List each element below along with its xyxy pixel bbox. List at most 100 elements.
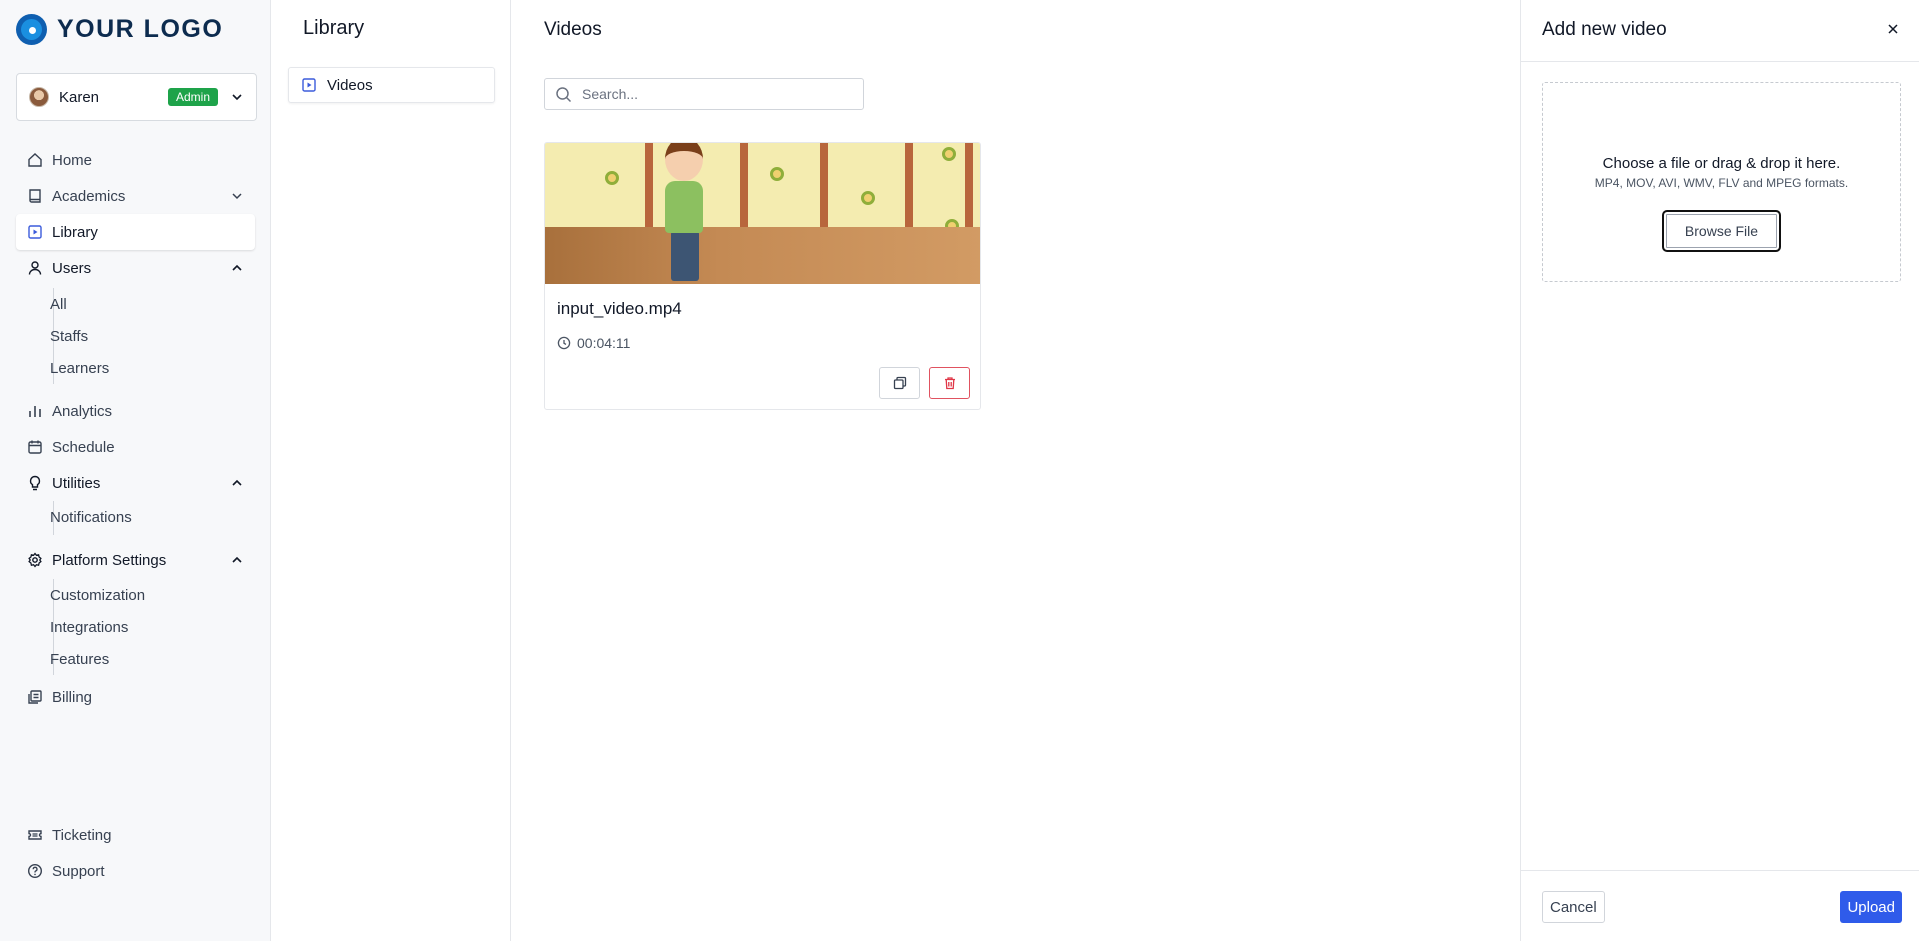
nav-users-all[interactable]: All bbox=[16, 288, 109, 320]
chevron-up-icon bbox=[230, 261, 244, 275]
add-video-drawer: Add new video Choose a file or drag & dr… bbox=[1520, 0, 1919, 941]
ticket-icon bbox=[27, 827, 43, 843]
chevron-up-icon bbox=[230, 553, 244, 567]
nav-support-label: Support bbox=[52, 862, 105, 880]
close-icon[interactable] bbox=[1884, 20, 1902, 38]
nav-integrations[interactable]: Integrations bbox=[16, 611, 145, 643]
nav-library[interactable]: Library bbox=[16, 214, 255, 250]
nav-ticketing[interactable]: Ticketing bbox=[16, 817, 255, 853]
home-icon bbox=[27, 152, 43, 168]
nav-schedule[interactable]: Schedule bbox=[16, 429, 255, 465]
character-body bbox=[665, 181, 703, 233]
library-title: Library bbox=[303, 17, 365, 39]
dropzone-title: Choose a file or drag & drop it here. bbox=[1602, 155, 1841, 172]
copy-button[interactable] bbox=[879, 367, 920, 399]
play-square-icon bbox=[301, 77, 317, 93]
library-item-label: Videos bbox=[327, 76, 373, 94]
character-legs bbox=[671, 231, 699, 281]
nav-home-label: Home bbox=[52, 151, 93, 169]
nav-platform-settings-label: Platform Settings bbox=[52, 551, 167, 569]
user-name: Karen bbox=[59, 88, 100, 106]
logo-icon bbox=[16, 14, 47, 45]
video-duration: 00:04:11 bbox=[557, 335, 630, 351]
receipt-icon bbox=[27, 689, 43, 705]
wall-stripe bbox=[820, 143, 828, 233]
flower-decoration bbox=[770, 167, 784, 181]
nav-notifications[interactable]: Notifications bbox=[16, 501, 132, 533]
browse-file-button[interactable]: Browse File bbox=[1662, 210, 1781, 252]
clock-icon bbox=[557, 336, 571, 350]
delete-button[interactable] bbox=[929, 367, 970, 399]
nav-schedule-label: Schedule bbox=[52, 438, 115, 456]
nav-users-learners[interactable]: Learners bbox=[16, 352, 109, 384]
drawer-title: Add new video bbox=[1542, 19, 1667, 40]
platform-submenu: Customization Integrations Features bbox=[50, 579, 145, 675]
trash-icon bbox=[943, 376, 957, 390]
nav-users-staffs[interactable]: Staffs bbox=[16, 320, 109, 352]
library-panel: Library Videos bbox=[272, 0, 511, 941]
nav-academics[interactable]: Academics bbox=[16, 178, 255, 214]
nav-ticketing-label: Ticketing bbox=[52, 826, 112, 844]
nav-billing[interactable]: Billing bbox=[16, 679, 255, 715]
wall-stripe bbox=[645, 143, 653, 233]
search-icon bbox=[555, 86, 572, 103]
nav-billing-label: Billing bbox=[52, 688, 93, 706]
video-duration-text: 00:04:11 bbox=[577, 335, 631, 351]
nav-analytics-label: Analytics bbox=[52, 402, 113, 420]
logo-text: YOUR LOGO bbox=[57, 15, 224, 43]
user-icon bbox=[27, 260, 43, 276]
help-circle-icon bbox=[27, 863, 43, 879]
flower-decoration bbox=[605, 171, 619, 185]
user-switcher[interactable]: Karen Admin bbox=[16, 73, 257, 121]
nav-academics-label: Academics bbox=[52, 187, 126, 205]
character-head bbox=[665, 143, 703, 181]
nav-library-label: Library bbox=[52, 223, 98, 241]
dropzone-formats: MP4, MOV, AVI, WMV, FLV and MPEG formats… bbox=[1594, 176, 1849, 190]
video-card[interactable]: input_video.mp4 00:04:11 bbox=[544, 142, 981, 410]
upload-button[interactable]: Upload bbox=[1840, 891, 1902, 923]
nav-analytics[interactable]: Analytics bbox=[16, 393, 255, 429]
floor bbox=[545, 227, 980, 284]
role-badge: Admin bbox=[167, 88, 218, 106]
nav-features[interactable]: Features bbox=[16, 643, 145, 675]
wall-stripe bbox=[740, 143, 748, 233]
nav-platform-settings[interactable]: Platform Settings bbox=[16, 542, 255, 578]
calendar-icon bbox=[27, 439, 43, 455]
drawer-footer: Cancel Upload bbox=[1521, 870, 1919, 941]
video-thumbnail[interactable] bbox=[545, 143, 980, 284]
utilities-submenu: Notifications bbox=[50, 501, 132, 535]
book-icon bbox=[27, 188, 43, 204]
wall-stripe bbox=[965, 143, 973, 233]
library-item-videos[interactable]: Videos bbox=[288, 67, 495, 103]
nav-utilities-label: Utilities bbox=[52, 474, 101, 492]
lightbulb-icon bbox=[27, 475, 43, 491]
gear-icon bbox=[27, 552, 43, 568]
chevron-up-icon bbox=[230, 476, 244, 490]
wall-stripe bbox=[905, 143, 913, 233]
videos-main: Videos input_video.mp4 00:04:11 bbox=[512, 0, 1520, 941]
nav-users[interactable]: Users bbox=[16, 250, 255, 286]
nav-users-label: Users bbox=[52, 259, 92, 277]
sidebar: YOUR LOGO Karen Admin Home Academics Lib… bbox=[0, 0, 271, 941]
logo[interactable]: YOUR LOGO bbox=[16, 14, 223, 45]
nav-support[interactable]: Support bbox=[16, 853, 255, 889]
drawer-header: Add new video bbox=[1521, 0, 1919, 62]
flower-decoration bbox=[861, 191, 875, 205]
chevron-down-icon bbox=[230, 90, 244, 104]
search-input[interactable] bbox=[582, 86, 853, 102]
file-dropzone[interactable]: Choose a file or drag & drop it here. MP… bbox=[1542, 82, 1901, 282]
nav-customization[interactable]: Customization bbox=[16, 579, 145, 611]
video-filename: input_video.mp4 bbox=[557, 299, 682, 318]
cancel-button[interactable]: Cancel bbox=[1542, 891, 1605, 923]
copy-icon bbox=[893, 376, 907, 390]
nav-home[interactable]: Home bbox=[16, 142, 255, 178]
users-submenu: All Staffs Learners bbox=[50, 288, 109, 384]
bar-chart-icon bbox=[27, 403, 43, 419]
nav-utilities[interactable]: Utilities bbox=[16, 465, 255, 501]
chevron-down-icon bbox=[230, 189, 244, 203]
page-title: Videos bbox=[544, 19, 602, 40]
search-box bbox=[544, 78, 864, 110]
flower-decoration bbox=[942, 147, 956, 161]
avatar bbox=[29, 87, 49, 107]
play-square-icon bbox=[27, 224, 43, 240]
